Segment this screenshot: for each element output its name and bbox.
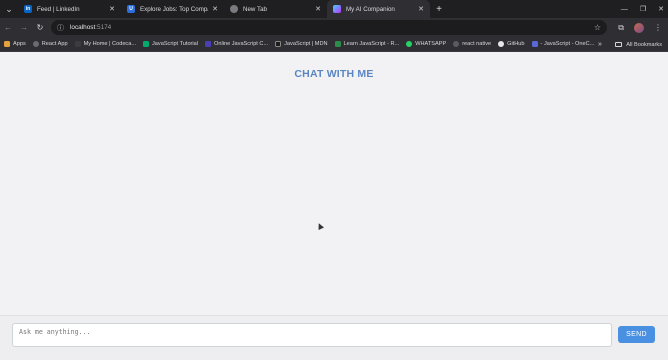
bookmarks-bar: Apps React App My Home | Codeca... JavaS… bbox=[0, 37, 668, 52]
bookmark-label: JavaScript Tutorial bbox=[152, 41, 199, 47]
site-info-icon[interactable]: ⓘ bbox=[57, 23, 64, 33]
app-page: CHAT WITH ME SEND bbox=[0, 52, 668, 360]
window-controls: — ❐ ✕ bbox=[621, 0, 664, 18]
tab-linkedin[interactable]: in Feed | LinkedIn ✕ bbox=[18, 0, 121, 18]
bookmark-react-app[interactable]: React App bbox=[32, 41, 68, 47]
mdn-icon bbox=[275, 41, 282, 47]
browser-menu-icon[interactable]: ⋮ bbox=[654, 23, 662, 32]
folder-icon bbox=[615, 42, 623, 47]
github-icon bbox=[498, 41, 505, 47]
apps-grid-icon bbox=[4, 41, 10, 47]
minimize-icon[interactable]: — bbox=[621, 6, 628, 13]
bookmark-codecademy[interactable]: My Home | Codeca... bbox=[74, 41, 136, 47]
chrome-icon bbox=[230, 5, 238, 13]
browser-tab-strip: ⌄ in Feed | LinkedIn ✕ U Explore Jobs: T… bbox=[0, 0, 668, 18]
close-tab-icon[interactable]: ✕ bbox=[418, 5, 424, 13]
bookmark-learn-javascript[interactable]: Learn JavaScript - R... bbox=[334, 41, 400, 47]
bookmark-label: Learn JavaScript - R... bbox=[343, 41, 400, 47]
back-icon[interactable]: ← bbox=[0, 23, 16, 32]
profile-avatar[interactable] bbox=[634, 22, 644, 33]
tab-search-dropdown-icon[interactable]: ⌄ bbox=[0, 0, 18, 18]
globe-icon bbox=[32, 41, 39, 47]
close-tab-icon[interactable]: ✕ bbox=[109, 5, 115, 13]
jobs-site-icon: U bbox=[127, 5, 135, 13]
bookmark-react-native[interactable]: react native bbox=[453, 41, 491, 47]
whatsapp-icon bbox=[406, 41, 413, 47]
tab-new-tab[interactable]: New Tab ✕ bbox=[224, 0, 327, 18]
address-port: :5174 bbox=[95, 24, 112, 31]
mouse-cursor-icon bbox=[316, 222, 324, 230]
tab-title: Explore Jobs: Top Companies A bbox=[140, 5, 208, 13]
page-title: CHAT WITH ME bbox=[294, 68, 374, 80]
address-host: localhost bbox=[70, 24, 96, 31]
close-tab-icon[interactable]: ✕ bbox=[212, 5, 218, 13]
bookmark-label: My Home | Codeca... bbox=[83, 41, 136, 47]
bookmark-label: - JavaScript - OneC... bbox=[540, 41, 595, 47]
bookmark-label: GitHub bbox=[507, 41, 525, 47]
codecademy-icon bbox=[74, 41, 81, 47]
reload-icon[interactable]: ↻ bbox=[32, 23, 48, 32]
maximize-icon[interactable]: ❐ bbox=[640, 5, 646, 13]
bookmark-online-javascript[interactable]: Online JavaScript C... bbox=[205, 41, 268, 47]
chat-composer: SEND bbox=[0, 315, 668, 360]
bookmark-label: JavaScript | MDN bbox=[284, 41, 328, 47]
bookmark-github[interactable]: GitHub bbox=[498, 41, 525, 47]
all-bookmarks-button[interactable]: All Bookmarks bbox=[615, 37, 662, 52]
close-window-icon[interactable]: ✕ bbox=[658, 5, 664, 13]
forward-icon[interactable]: → bbox=[16, 23, 32, 32]
vite-icon bbox=[333, 5, 341, 13]
address-bar[interactable]: ⓘ localhost:5174 ☆ bbox=[51, 20, 607, 35]
globe-icon bbox=[453, 41, 460, 47]
send-button[interactable]: SEND bbox=[618, 326, 655, 343]
tab-explore-jobs[interactable]: U Explore Jobs: Top Companies A ✕ bbox=[121, 0, 224, 18]
chat-message-input[interactable] bbox=[12, 323, 612, 347]
bookmark-star-icon[interactable]: ☆ bbox=[594, 23, 601, 32]
tab-title: New Tab bbox=[243, 5, 267, 13]
w3schools-icon bbox=[143, 41, 149, 47]
bookmark-mdn[interactable]: JavaScript | MDN bbox=[275, 41, 328, 47]
toolbar-actions: ⧉ ⋮ bbox=[618, 18, 662, 37]
bookmark-label: React App bbox=[41, 41, 68, 47]
extensions-icon[interactable]: ⧉ bbox=[618, 23, 624, 33]
new-tab-icon[interactable]: + bbox=[432, 4, 446, 15]
learn-icon bbox=[334, 41, 341, 47]
bookmark-label: Online JavaScript C... bbox=[214, 41, 269, 47]
bookmark-label: react native bbox=[462, 41, 492, 47]
linkedin-icon: in bbox=[24, 5, 32, 13]
bookmark-whatsapp[interactable]: WHATSAPP bbox=[406, 41, 446, 47]
all-bookmarks-label: All Bookmarks bbox=[626, 41, 662, 48]
bookmark-onecompiler[interactable]: - JavaScript - OneC... bbox=[531, 41, 595, 47]
tab-title: Feed | LinkedIn bbox=[37, 5, 80, 13]
bookmark-label: Apps bbox=[13, 41, 26, 47]
onecompiler-icon bbox=[531, 41, 538, 47]
bookmark-label: WHATSAPP bbox=[415, 41, 447, 47]
bookmark-apps[interactable]: Apps bbox=[4, 41, 26, 47]
programiz-icon bbox=[205, 41, 212, 47]
browser-toolbar: ← → ↻ ⓘ localhost:5174 ☆ ⧉ ⋮ bbox=[0, 18, 668, 37]
tab-my-ai-companion[interactable]: My AI Companion ✕ bbox=[327, 0, 430, 18]
tab-title: My AI Companion bbox=[346, 5, 395, 13]
more-bookmarks-chevron-icon[interactable]: » bbox=[598, 37, 602, 52]
bookmark-javascript-tutorial[interactable]: JavaScript Tutorial bbox=[143, 41, 198, 47]
close-tab-icon[interactable]: ✕ bbox=[315, 5, 321, 13]
